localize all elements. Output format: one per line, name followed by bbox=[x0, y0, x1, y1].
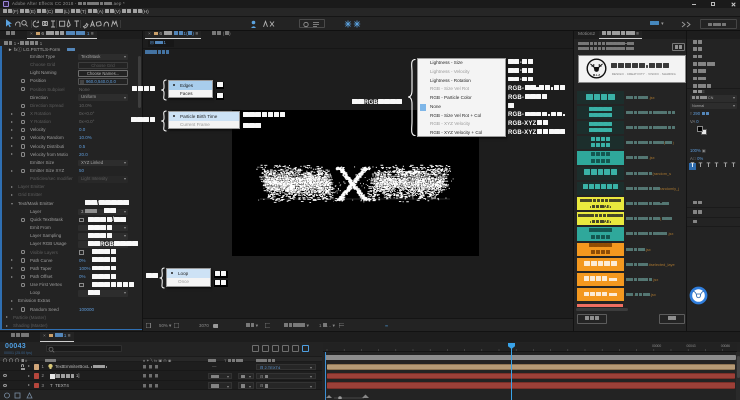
svg-text:M.L.Z: M.L.Z bbox=[593, 72, 601, 76]
